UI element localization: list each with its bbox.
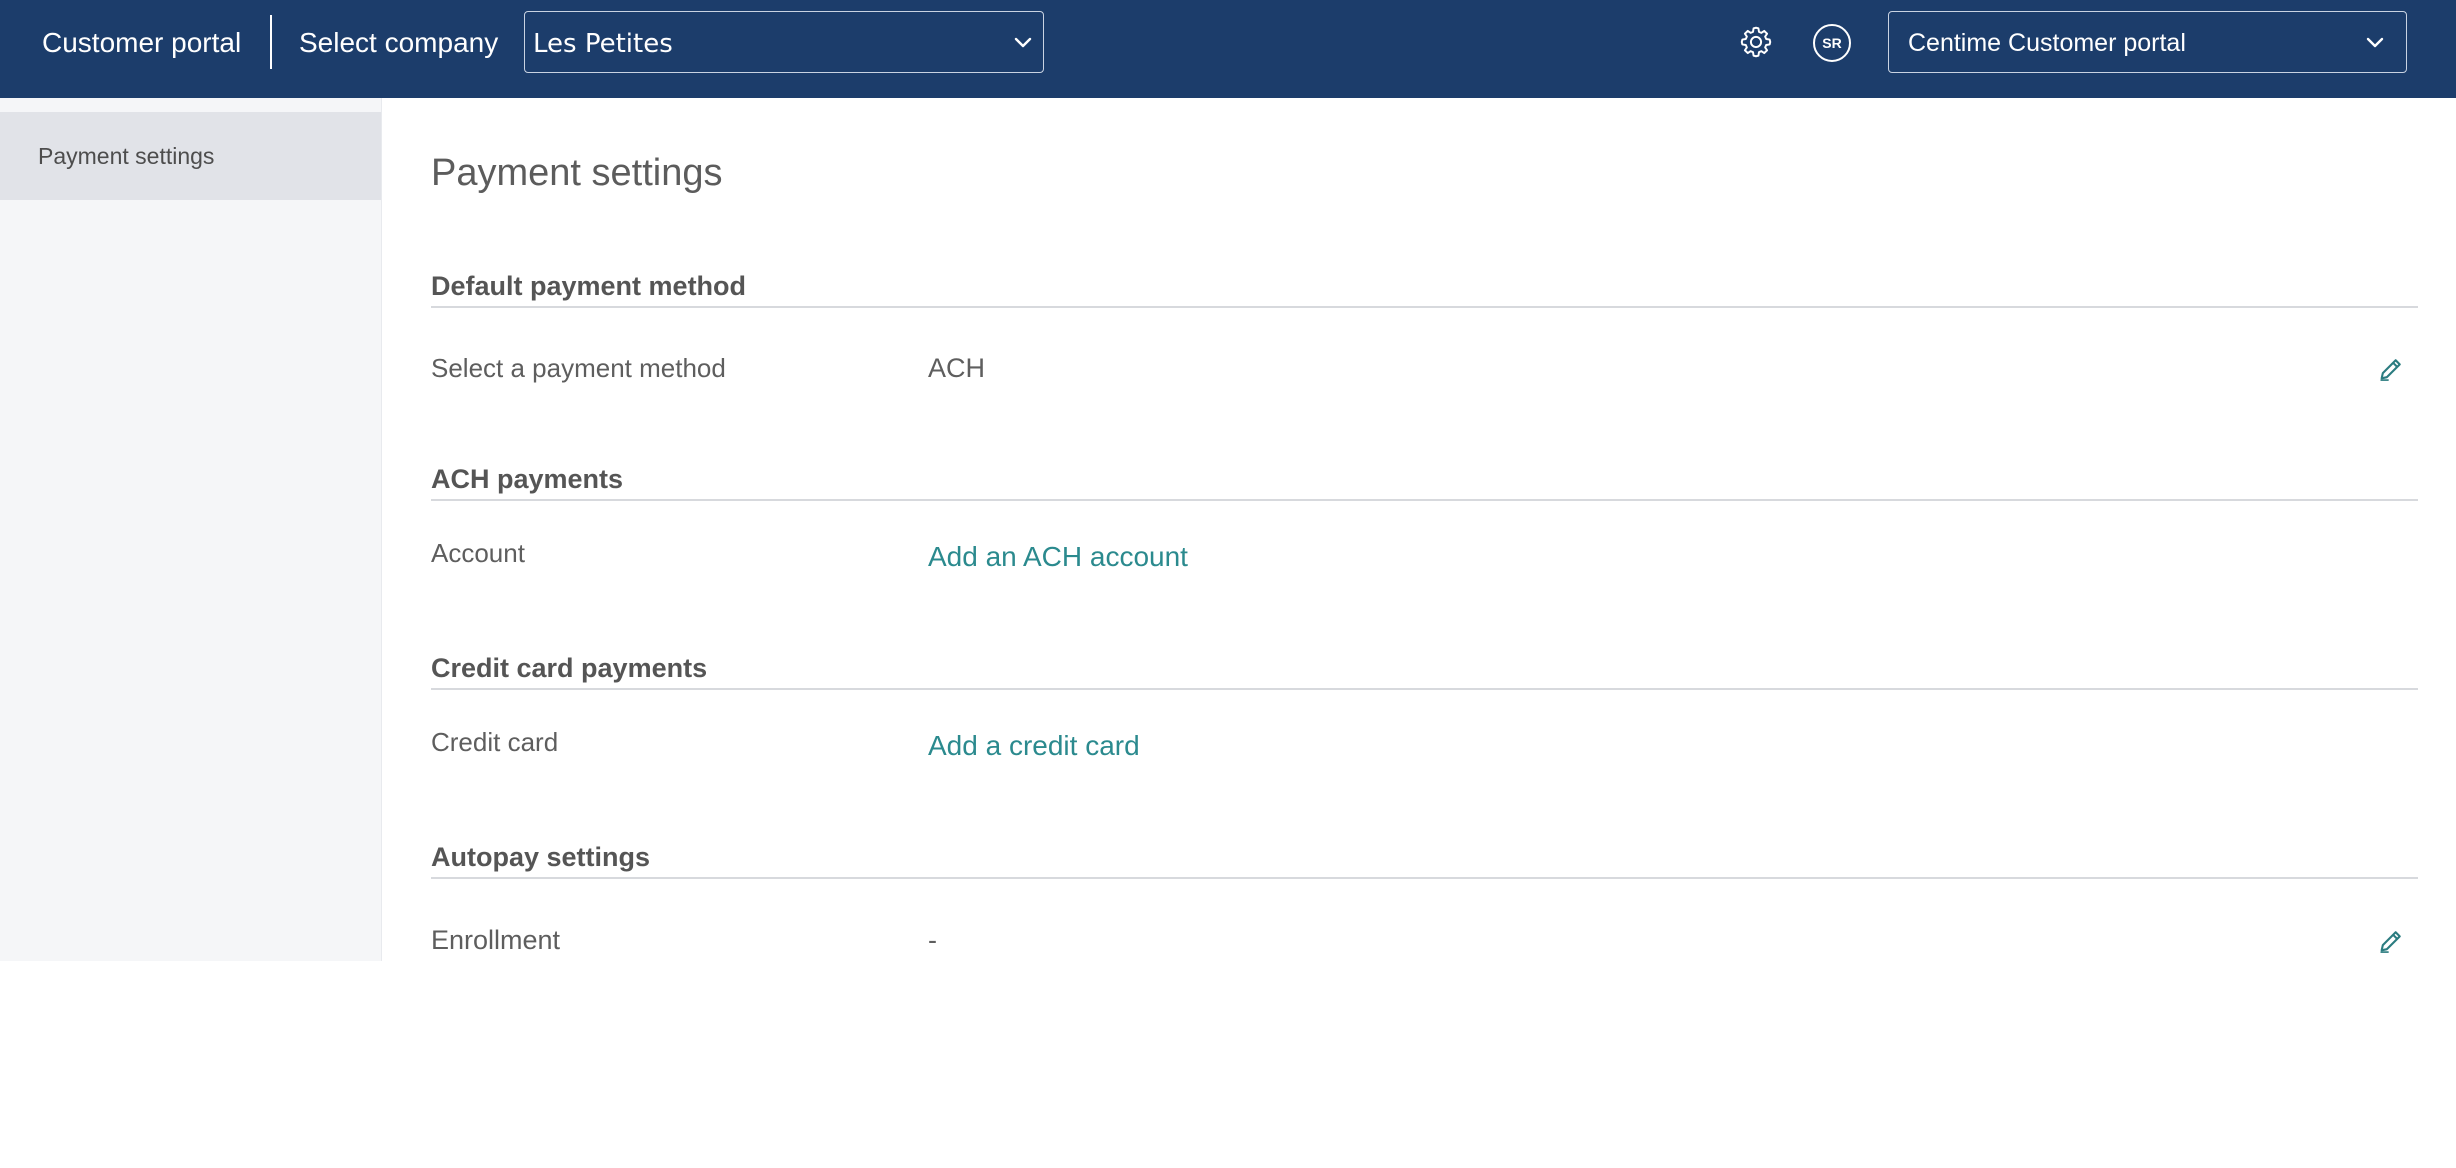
field-label-enrollment: Enrollment <box>431 925 561 955</box>
section-divider <box>431 499 2418 501</box>
section-divider <box>431 877 2418 879</box>
chevron-down-icon <box>1014 37 1032 48</box>
add-ach-account-link[interactable]: Add an ACH account <box>928 541 1188 573</box>
select-company-label: Select company <box>299 27 499 58</box>
section-heading-autopay-settings: Autopay settings <box>431 842 651 872</box>
portal-select-value: Centime Customer portal <box>1908 29 2186 57</box>
brand-title[interactable]: Customer portal <box>42 27 241 59</box>
company-select[interactable]: Les Petites <box>524 11 1044 73</box>
enrollment-value: - <box>928 925 937 955</box>
gear-icon[interactable] <box>1738 24 1774 60</box>
sidebar: Payment settings <box>0 98 382 961</box>
page-title: Payment settings <box>431 152 723 194</box>
portal-select[interactable]: Centime Customer portal <box>1888 11 2407 73</box>
payment-method-value: ACH <box>928 353 986 383</box>
edit-payment-method-button[interactable] <box>2377 355 2405 383</box>
sidebar-item-payment-settings[interactable]: Payment settings <box>0 112 381 200</box>
section-divider <box>431 306 2418 308</box>
field-label-payment-method: Select a payment method <box>431 353 726 383</box>
avatar[interactable]: SR <box>1813 24 1851 62</box>
field-label-credit-card: Credit card <box>431 727 559 757</box>
header-divider <box>270 15 272 69</box>
company-select-value: Les Petites <box>533 29 673 59</box>
section-heading-ach-payments: ACH payments <box>431 464 624 494</box>
edit-enrollment-button[interactable] <box>2377 927 2405 955</box>
chevron-down-icon <box>2366 37 2384 48</box>
section-heading-default-payment-method: Default payment method <box>431 271 747 301</box>
field-label-account: Account <box>431 538 525 568</box>
sidebar-item-label: Payment settings <box>38 143 215 169</box>
top-bar: Customer portal Select company Les Petit… <box>0 0 2456 98</box>
section-heading-credit-card-payments: Credit card payments <box>431 653 708 683</box>
add-credit-card-link[interactable]: Add a credit card <box>928 730 1140 762</box>
section-divider <box>431 688 2418 690</box>
